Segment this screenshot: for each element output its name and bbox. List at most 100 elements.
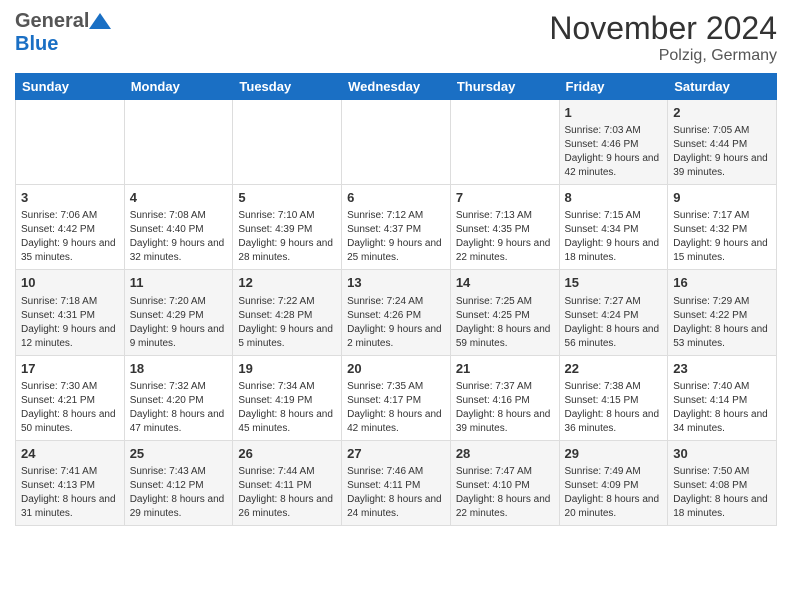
- day-number: 7: [456, 189, 554, 207]
- col-sunday: Sunday: [16, 74, 125, 100]
- logo-icon: [89, 11, 111, 33]
- calendar-cell: 15 Sunrise: 7:27 AM Sunset: 4:24 PM Dayli…: [559, 270, 668, 355]
- day-info: Sunrise: 7:44 AM Sunset: 4:11 PM Dayligh…: [238, 465, 336, 521]
- col-monday: Monday: [124, 74, 233, 100]
- calendar-cell: 14Sunrise: 7:25 AM Sunset: 4:25 PM Dayli…: [450, 270, 559, 355]
- page-subtitle: Polzig, Germany: [549, 47, 777, 65]
- calendar-cell: 7 Sunrise: 7:13 AM Sunset: 4:35 PM Daylig…: [450, 185, 559, 270]
- calendar-cell: 26Sunrise: 7:44 AM Sunset: 4:11 PM Dayli…: [233, 440, 342, 525]
- day-number: 15: [565, 274, 663, 292]
- calendar-cell: 25 Sunrise: 7:43 AM Sunset: 4:12 PM Dayli…: [124, 440, 233, 525]
- day-number: 22: [565, 360, 663, 378]
- day-number: 10: [21, 274, 119, 292]
- day-number: 28: [456, 445, 554, 463]
- day-info: Sunrise: 7:47 AM Sunset: 4:10 PM Dayligh…: [456, 465, 554, 521]
- day-number: 30: [673, 445, 771, 463]
- day-number: 14: [456, 274, 554, 292]
- day-info: Sunrise: 7:49 AM Sunset: 4:09 PM Dayligh…: [565, 465, 663, 521]
- calendar-cell: 10Sunrise: 7:18 AM Sunset: 4:31 PM Dayli…: [16, 270, 125, 355]
- calendar-cell: 20Sunrise: 7:35 AM Sunset: 4:17 PM Dayli…: [342, 355, 451, 440]
- day-number: 29: [565, 445, 663, 463]
- day-info: Sunrise: 7:34 AM Sunset: 4:19 PM Dayligh…: [238, 380, 336, 436]
- calendar-cell: 16Sunrise: 7:29 AM Sunset: 4:22 PM Dayli…: [668, 270, 777, 355]
- day-number: 3: [21, 189, 119, 207]
- day-info: Sunrise: 7:40 AM Sunset: 4:14 PM Dayligh…: [673, 380, 771, 436]
- calendar-week-row: 10Sunrise: 7:18 AM Sunset: 4:31 PM Dayli…: [16, 270, 777, 355]
- calendar-cell: 30 Sunrise: 7:50 AM Sunset: 4:08 PM Dayli…: [668, 440, 777, 525]
- calendar-body: 1 Sunrise: 7:03 AM Sunset: 4:46 PM Daylig…: [16, 100, 777, 526]
- calendar-cell: 17 Sunrise: 7:30 AM Sunset: 4:21 PM Dayli…: [16, 355, 125, 440]
- calendar-cell: 11 Sunrise: 7:20 AM Sunset: 4:29 PM Dayli…: [124, 270, 233, 355]
- calendar-cell: [233, 100, 342, 185]
- calendar-table: Sunday Monday Tuesday Wednesday Thursday…: [15, 73, 777, 526]
- calendar-cell: 22 Sunrise: 7:38 AM Sunset: 4:15 PM Dayli…: [559, 355, 668, 440]
- calendar-cell: 19 Sunrise: 7:34 AM Sunset: 4:19 PM Dayli…: [233, 355, 342, 440]
- calendar-cell: 5 Sunrise: 7:10 AM Sunset: 4:39 PM Daylig…: [233, 185, 342, 270]
- calendar-cell: 3Sunrise: 7:06 AM Sunset: 4:42 PM Daylig…: [16, 185, 125, 270]
- day-info: Sunrise: 7:27 AM Sunset: 4:24 PM Dayligh…: [565, 295, 663, 351]
- calendar-header-row: Sunday Monday Tuesday Wednesday Thursday…: [16, 74, 777, 100]
- col-saturday: Saturday: [668, 74, 777, 100]
- calendar-cell: 23 Sunrise: 7:40 AM Sunset: 4:14 PM Dayli…: [668, 355, 777, 440]
- calendar-cell: [124, 100, 233, 185]
- day-number: 20: [347, 360, 445, 378]
- day-number: 19: [238, 360, 336, 378]
- day-info: Sunrise: 7:24 AM Sunset: 4:26 PM Dayligh…: [347, 295, 445, 351]
- day-number: 16: [673, 274, 771, 292]
- day-number: 25: [130, 445, 228, 463]
- page-container: General Blue November 2024 Polzig, Germa…: [0, 0, 792, 536]
- day-number: 18: [130, 360, 228, 378]
- calendar-cell: 18Sunrise: 7:32 AM Sunset: 4:20 PM Dayli…: [124, 355, 233, 440]
- day-number: 6: [347, 189, 445, 207]
- col-tuesday: Tuesday: [233, 74, 342, 100]
- calendar-cell: 27Sunrise: 7:46 AM Sunset: 4:11 PM Dayli…: [342, 440, 451, 525]
- title-block: November 2024 Polzig, Germany: [549, 10, 777, 65]
- day-number: 23: [673, 360, 771, 378]
- day-number: 11: [130, 274, 228, 292]
- day-info: Sunrise: 7:13 AM Sunset: 4:35 PM Dayligh…: [456, 209, 554, 265]
- day-info: Sunrise: 7:12 AM Sunset: 4:37 PM Dayligh…: [347, 209, 445, 265]
- calendar-cell: 4Sunrise: 7:08 AM Sunset: 4:40 PM Daylig…: [124, 185, 233, 270]
- calendar-cell: 2Sunrise: 7:05 AM Sunset: 4:44 PM Daylig…: [668, 100, 777, 185]
- calendar-week-row: 17 Sunrise: 7:30 AM Sunset: 4:21 PM Dayli…: [16, 355, 777, 440]
- calendar-week-row: 3Sunrise: 7:06 AM Sunset: 4:42 PM Daylig…: [16, 185, 777, 270]
- day-number: 1: [565, 104, 663, 122]
- logo: General Blue: [15, 10, 111, 56]
- day-info: Sunrise: 7:38 AM Sunset: 4:15 PM Dayligh…: [565, 380, 663, 436]
- calendar-cell: 12Sunrise: 7:22 AM Sunset: 4:28 PM Dayli…: [233, 270, 342, 355]
- day-info: Sunrise: 7:10 AM Sunset: 4:39 PM Dayligh…: [238, 209, 336, 265]
- day-info: Sunrise: 7:30 AM Sunset: 4:21 PM Dayligh…: [21, 380, 119, 436]
- logo-general: General: [15, 10, 89, 33]
- day-number: 24: [21, 445, 119, 463]
- day-number: 21: [456, 360, 554, 378]
- day-info: Sunrise: 7:03 AM Sunset: 4:46 PM Dayligh…: [565, 124, 663, 180]
- day-number: 5: [238, 189, 336, 207]
- day-info: Sunrise: 7:37 AM Sunset: 4:16 PM Dayligh…: [456, 380, 554, 436]
- calendar-cell: 29 Sunrise: 7:49 AM Sunset: 4:09 PM Dayli…: [559, 440, 668, 525]
- day-info: Sunrise: 7:22 AM Sunset: 4:28 PM Dayligh…: [238, 295, 336, 351]
- col-thursday: Thursday: [450, 74, 559, 100]
- calendar-cell: 9Sunrise: 7:17 AM Sunset: 4:32 PM Daylig…: [668, 185, 777, 270]
- calendar-cell: [450, 100, 559, 185]
- page-header: General Blue November 2024 Polzig, Germa…: [15, 10, 777, 65]
- calendar-cell: 1 Sunrise: 7:03 AM Sunset: 4:46 PM Daylig…: [559, 100, 668, 185]
- day-info: Sunrise: 7:17 AM Sunset: 4:32 PM Dayligh…: [673, 209, 771, 265]
- day-info: Sunrise: 7:43 AM Sunset: 4:12 PM Dayligh…: [130, 465, 228, 521]
- calendar-cell: [342, 100, 451, 185]
- calendar-cell: 6 Sunrise: 7:12 AM Sunset: 4:37 PM Daylig…: [342, 185, 451, 270]
- calendar-cell: 28 Sunrise: 7:47 AM Sunset: 4:10 PM Dayli…: [450, 440, 559, 525]
- day-info: Sunrise: 7:20 AM Sunset: 4:29 PM Dayligh…: [130, 295, 228, 351]
- day-info: Sunrise: 7:41 AM Sunset: 4:13 PM Dayligh…: [21, 465, 119, 521]
- calendar-week-row: 1 Sunrise: 7:03 AM Sunset: 4:46 PM Daylig…: [16, 100, 777, 185]
- calendar-week-row: 24 Sunrise: 7:41 AM Sunset: 4:13 PM Dayli…: [16, 440, 777, 525]
- calendar-cell: 8 Sunrise: 7:15 AM Sunset: 4:34 PM Daylig…: [559, 185, 668, 270]
- day-number: 4: [130, 189, 228, 207]
- day-info: Sunrise: 7:50 AM Sunset: 4:08 PM Dayligh…: [673, 465, 771, 521]
- day-number: 8: [565, 189, 663, 207]
- calendar-cell: 24 Sunrise: 7:41 AM Sunset: 4:13 PM Dayli…: [16, 440, 125, 525]
- col-friday: Friday: [559, 74, 668, 100]
- day-info: Sunrise: 7:15 AM Sunset: 4:34 PM Dayligh…: [565, 209, 663, 265]
- day-number: 17: [21, 360, 119, 378]
- calendar-cell: 13Sunrise: 7:24 AM Sunset: 4:26 PM Dayli…: [342, 270, 451, 355]
- page-title: November 2024: [549, 10, 777, 47]
